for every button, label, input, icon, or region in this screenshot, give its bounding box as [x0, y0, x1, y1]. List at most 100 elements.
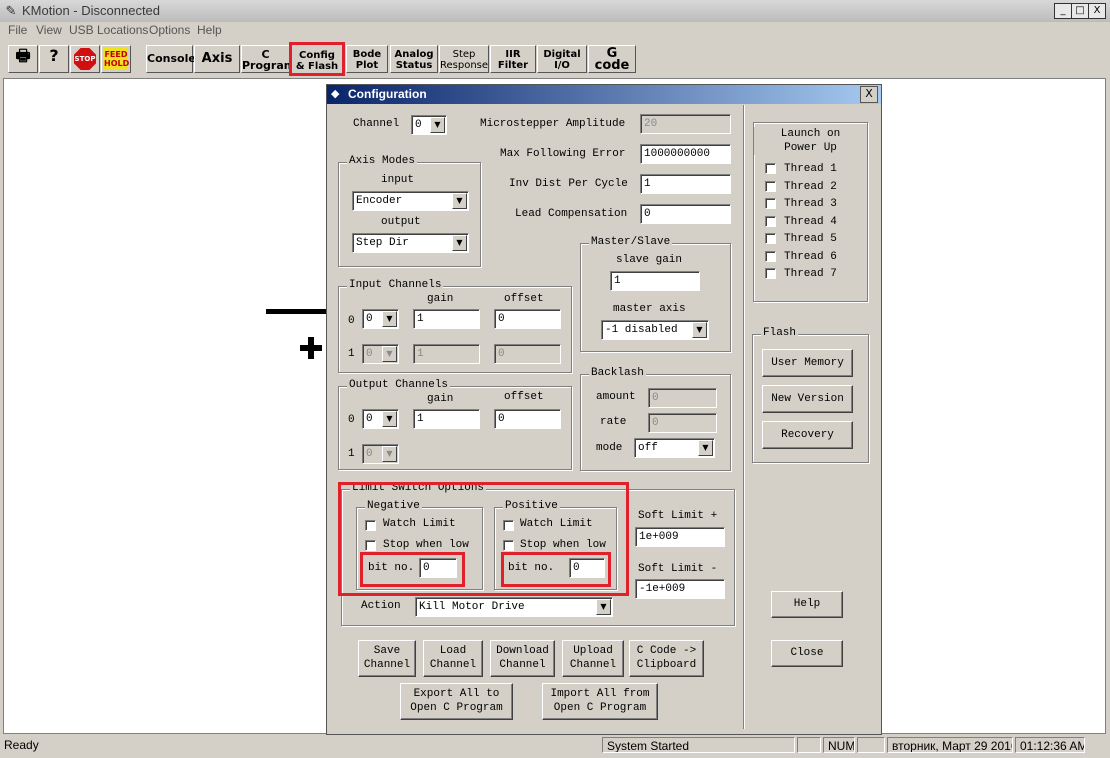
user-memory-button[interactable]: User Memory — [762, 349, 853, 377]
output-channels-group: Output Channels gain offset 0 0 ▼ 1 0 1 … — [338, 379, 572, 470]
status-date: вторник, Март 29 2016 — [887, 737, 1013, 753]
recovery-button[interactable]: Recovery — [762, 421, 853, 449]
bode-plot-button[interactable]: Bode Plot — [346, 45, 388, 73]
menu-file[interactable]: File — [8, 23, 27, 37]
config-flash-button[interactable]: Config & Flash — [289, 42, 345, 76]
axis-button[interactable]: Axis — [194, 45, 240, 73]
chevron-down-icon: ▼ — [452, 235, 467, 251]
configuration-dialog: ◆ Configuration X Channel 0 ▼ Microstepp… — [326, 84, 882, 735]
window-title: KMotion - Disconnected — [22, 3, 161, 18]
max-following-label: Max Following Error — [500, 148, 626, 160]
menu-usb-locations[interactable]: USB Locations — [69, 23, 148, 37]
minimize-button[interactable]: _ — [1054, 3, 1072, 19]
thread-6-checkbox[interactable] — [765, 251, 776, 262]
menu-help[interactable]: Help — [197, 23, 222, 37]
chevron-down-icon: ▼ — [452, 193, 467, 209]
slave-gain-field[interactable]: 1 — [610, 271, 700, 291]
input-channel-0-select[interactable]: 0 ▼ — [362, 309, 399, 329]
new-version-button[interactable]: New Version — [762, 385, 853, 413]
c-code-clipboard-button[interactable]: C Code -> Clipboard — [629, 640, 704, 677]
close-window-button[interactable]: X — [1088, 3, 1106, 19]
feed-hold-button[interactable]: FEED HOLD — [101, 45, 131, 73]
step-response-button[interactable]: Step Response — [439, 45, 489, 73]
dialog-icon: ◆ — [331, 88, 340, 100]
thread-4-checkbox[interactable] — [765, 216, 776, 227]
output-channel-0-offset[interactable]: 0 — [494, 409, 561, 429]
lead-comp-label: Lead Compensation — [515, 208, 628, 220]
input-channel-1-offset: 0 — [494, 344, 561, 364]
c-program-button[interactable]: C Program — [241, 45, 295, 73]
positive-bit-field[interactable]: 0 — [569, 558, 605, 578]
lead-comp-field[interactable]: 0 — [640, 204, 731, 224]
input-channels-group: Input Channels gain offset 0 0 ▼ 1 0 1 0… — [338, 279, 572, 373]
channel-select[interactable]: 0 ▼ — [411, 115, 447, 135]
thread-3-checkbox[interactable] — [765, 198, 776, 209]
status-time: 01:12:36 AM — [1015, 737, 1085, 753]
context-help-button[interactable]: ? — [39, 45, 69, 73]
input-channel-0-offset[interactable]: 0 — [494, 309, 561, 329]
input-channel-1-gain: 1 — [413, 344, 480, 364]
positive-stop-when-low-checkbox[interactable] — [503, 540, 514, 551]
output-channel-0-gain[interactable]: 1 — [413, 409, 480, 429]
download-channel-button[interactable]: Download Channel — [490, 640, 555, 677]
inv-dist-field[interactable]: 1 — [640, 174, 731, 194]
chevron-down-icon: ▼ — [692, 322, 707, 338]
analog-status-button[interactable]: Analog Status — [390, 45, 438, 73]
export-all-button[interactable]: Export All to Open C Program — [400, 683, 513, 720]
status-system: System Started — [602, 737, 795, 753]
negative-stop-when-low-checkbox[interactable] — [365, 540, 376, 551]
soft-limit-minus-field[interactable]: -1e+009 — [635, 579, 725, 599]
dialog-close-button[interactable]: X — [860, 86, 878, 103]
save-channel-button[interactable]: Save Channel — [358, 640, 416, 677]
microstepper-field[interactable]: 20 — [640, 114, 731, 134]
backlash-group: Backlash amount 0 rate 0 mode off ▼ — [580, 367, 731, 471]
negative-watch-limit-checkbox[interactable] — [365, 520, 376, 531]
max-following-field[interactable]: 1000000000 — [640, 144, 731, 164]
flash-group: Flash User Memory New Version Recovery — [752, 327, 869, 463]
toolbar: 🖶 ? STOP FEED HOLD Console Axis C Progra… — [0, 42, 1110, 76]
upload-channel-button[interactable]: Upload Channel — [562, 640, 624, 677]
backlash-mode-select[interactable]: off ▼ — [634, 438, 715, 458]
master-slave-group: Master/Slave slave gain 1 master axis -1… — [580, 236, 731, 352]
menu-view[interactable]: View — [36, 23, 62, 37]
input-channel-0-gain[interactable]: 1 — [413, 309, 480, 329]
print-button[interactable]: 🖶 — [8, 45, 38, 73]
positive-watch-limit-checkbox[interactable] — [503, 520, 514, 531]
close-button[interactable]: Close — [771, 640, 843, 667]
soft-limit-plus-field[interactable]: 1e+009 — [635, 527, 725, 547]
limit-action-select[interactable]: Kill Motor Drive ▼ — [415, 597, 613, 617]
master-axis-select[interactable]: -1 disabled ▼ — [601, 320, 709, 340]
thread-2-checkbox[interactable] — [765, 181, 776, 192]
output-channel-0-select[interactable]: 0 ▼ — [362, 409, 399, 429]
backlash-rate-field: 0 — [648, 413, 717, 433]
chevron-down-icon: ▼ — [382, 311, 397, 327]
thread-7-checkbox[interactable] — [765, 268, 776, 279]
channel-label: Channel — [353, 118, 400, 130]
status-num: NUM — [823, 737, 855, 753]
gcode-button[interactable]: G code — [588, 45, 636, 73]
print-icon: 🖶 — [15, 46, 31, 65]
console-button[interactable]: Console — [146, 45, 196, 73]
maximize-button[interactable]: □ — [1071, 3, 1089, 19]
status-empty-1 — [797, 737, 821, 753]
chevron-down-icon: ▼ — [382, 411, 397, 427]
menu-options[interactable]: Options — [149, 23, 190, 37]
thread-5-checkbox[interactable] — [765, 233, 776, 244]
stop-button[interactable]: STOP — [70, 45, 100, 73]
dialog-title-bar[interactable]: ◆ Configuration X — [327, 85, 881, 104]
input-channel-1-select: 0 ▼ — [362, 344, 399, 364]
input-mode-select[interactable]: Encoder ▼ — [352, 191, 469, 211]
thread-1-checkbox[interactable] — [765, 163, 776, 174]
iir-filter-button[interactable]: IIR Filter — [490, 45, 536, 73]
app-icon: ✎ — [5, 3, 17, 18]
negative-bit-field[interactable]: 0 — [419, 558, 457, 578]
window-title-bar: ✎ KMotion - Disconnected _ □ X — [0, 0, 1110, 23]
inv-dist-label: Inv Dist Per Cycle — [509, 178, 628, 190]
output-mode-select[interactable]: Step Dir ▼ — [352, 233, 469, 253]
chevron-down-icon: ▼ — [382, 446, 397, 462]
help-button[interactable]: Help — [771, 591, 843, 618]
import-all-button[interactable]: Import All from Open C Program — [542, 683, 658, 720]
digital-io-button[interactable]: Digital I/O — [537, 45, 587, 73]
load-channel-button[interactable]: Load Channel — [423, 640, 483, 677]
menu-bar: File View USB Locations Options Help — [0, 22, 1110, 40]
